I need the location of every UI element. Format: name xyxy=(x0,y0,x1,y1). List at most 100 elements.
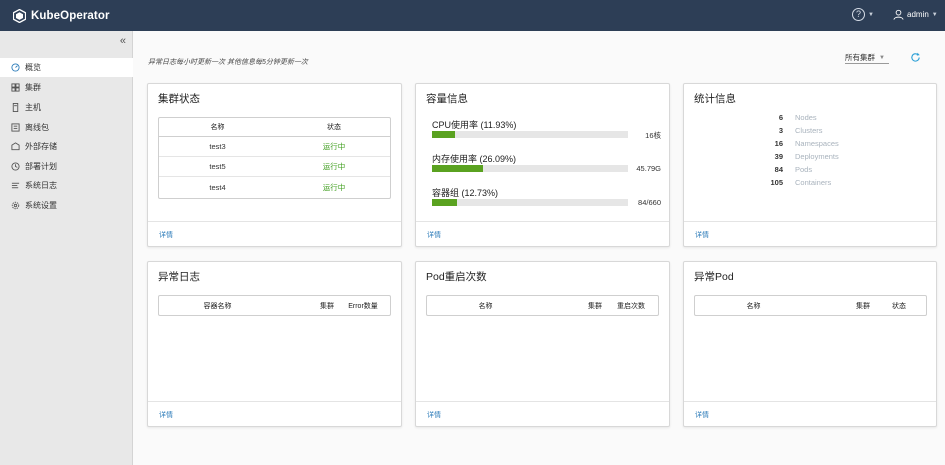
card-title: Pod重启次数 xyxy=(426,271,487,283)
host-icon xyxy=(11,103,20,112)
update-notice: 异常日志每小时更新一次 其他信息每5分钟更新一次 xyxy=(148,59,308,66)
cluster-name: test4 xyxy=(209,182,226,192)
card-title: 统计信息 xyxy=(694,93,736,105)
pods-count: 84 xyxy=(774,165,783,174)
cpu-usage-bar xyxy=(432,131,628,138)
table-row[interactable]: test4 运行中 xyxy=(159,177,390,197)
sidebar-item-system-logs[interactable]: 系统日志 xyxy=(0,176,133,195)
nodes-count: 6 xyxy=(778,113,783,122)
table-row[interactable]: test3 运行中 xyxy=(159,137,390,157)
nodes-label: Nodes xyxy=(795,113,817,122)
dashboard-icon xyxy=(11,63,20,72)
username: admin xyxy=(907,10,929,19)
clusters-label: Clusters xyxy=(795,126,823,135)
details-link[interactable]: 详情 xyxy=(695,230,709,240)
memory-usage-fill xyxy=(432,165,484,172)
memory-usage-bar xyxy=(432,165,628,172)
package-icon xyxy=(11,123,20,132)
memory-usage-value: 45.79G xyxy=(636,164,661,173)
sidebar-item-packages[interactable]: 离线包 xyxy=(0,118,133,137)
sidebar-item-overview[interactable]: 概览 xyxy=(0,58,133,77)
log-icon xyxy=(11,181,20,190)
cluster-select-value: 所有集群 xyxy=(845,53,875,62)
card-footer: 详情 xyxy=(416,221,669,246)
memory-usage-label: 内存使用率 (26.09%) xyxy=(432,154,517,164)
storage-icon xyxy=(11,142,20,151)
sidebar-item-label: 部署计划 xyxy=(25,162,57,171)
column-header[interactable]: 名称 xyxy=(427,296,544,315)
help-menu[interactable]: ? ▼ xyxy=(852,8,874,21)
gear-icon xyxy=(11,201,20,210)
cluster-status-card: 集群状态 名称 状态 test3 运行中 test5 运行中 test4 运行中… xyxy=(147,83,402,247)
namespaces-label: Namespaces xyxy=(795,139,839,148)
pods-label: Pods xyxy=(795,165,813,174)
cluster-icon xyxy=(11,83,20,92)
column-header[interactable]: 状态 xyxy=(276,118,392,136)
table-header: 名称 集群 重启次数 xyxy=(427,296,658,315)
table-row[interactable]: test5 运行中 xyxy=(159,157,390,177)
column-header[interactable]: Error数量 xyxy=(334,296,392,315)
sidebar-item-clusters[interactable]: 集群 xyxy=(0,78,133,97)
card-footer: 详情 xyxy=(416,401,669,426)
sidebar-item-label: 系统设置 xyxy=(25,201,57,210)
cluster-name: test5 xyxy=(209,162,226,171)
sidebar-item-label: 外部存储 xyxy=(25,142,57,151)
brand[interactable]: KubeOperator xyxy=(13,7,110,24)
deployments-count: 39 xyxy=(774,152,783,161)
user-icon xyxy=(893,9,904,20)
status-badge: 运行中 xyxy=(322,182,346,192)
app-name: KubeOperator xyxy=(31,9,110,22)
column-header[interactable]: 集群 xyxy=(276,296,334,315)
chevron-down-icon: ▼ xyxy=(879,54,885,61)
status-badge: 运行中 xyxy=(322,162,346,171)
cluster-status-table: 名称 状态 test3 运行中 test5 运行中 test4 运行中 xyxy=(158,117,391,199)
card-footer: 详情 xyxy=(684,401,936,426)
error-logs-table: 容器名称 集群 Error数量 xyxy=(158,295,391,316)
card-footer: 详情 xyxy=(684,221,936,246)
column-header[interactable]: 容器名称 xyxy=(159,296,276,315)
sidebar-item-label: 主机 xyxy=(25,103,41,112)
collapse-sidebar-icon[interactable]: « xyxy=(120,35,126,47)
card-title: 容量信息 xyxy=(426,93,468,105)
capacity-card: 容量信息 CPU使用率 (11.93%) 16核 内存使用率 (26.09%) … xyxy=(415,83,670,247)
clusters-count: 3 xyxy=(778,126,783,135)
sidebar-item-settings[interactable]: 系统设置 xyxy=(0,196,133,215)
refresh-icon[interactable] xyxy=(910,52,921,63)
pod-usage-bar xyxy=(432,199,628,206)
column-header[interactable]: 状态 xyxy=(870,296,928,315)
cpu-usage-label: CPU使用率 (11.93%) xyxy=(432,120,517,130)
details-link[interactable]: 详情 xyxy=(695,410,709,420)
cpu-usage-value: 16核 xyxy=(645,131,661,140)
cluster-select[interactable]: 所有集群 ▼ xyxy=(845,52,889,64)
pod-restarts-table: 名称 集群 重启次数 xyxy=(426,295,659,316)
details-link[interactable]: 详情 xyxy=(159,410,173,420)
help-icon: ? xyxy=(852,8,865,21)
table-header: 名称 集群 状态 xyxy=(695,296,926,315)
sidebar-item-deploy-plan[interactable]: 部署计划 xyxy=(0,157,133,176)
details-link[interactable]: 详情 xyxy=(427,230,441,240)
column-header[interactable]: 名称 xyxy=(695,296,812,315)
chevron-down-icon: ▼ xyxy=(868,11,874,18)
card-title: 异常日志 xyxy=(158,271,200,283)
column-header[interactable]: 重启次数 xyxy=(602,296,660,315)
sidebar-item-label: 集群 xyxy=(25,83,41,92)
table-header: 名称 状态 xyxy=(159,118,390,137)
sidebar-item-label: 系统日志 xyxy=(25,181,57,190)
sidebar-item-storage[interactable]: 外部存储 xyxy=(0,137,133,156)
details-link[interactable]: 详情 xyxy=(427,410,441,420)
details-link[interactable]: 详情 xyxy=(159,230,173,240)
sidebar-item-hosts[interactable]: 主机 xyxy=(0,98,133,117)
top-navbar: KubeOperator ? ▼ admin ▼ xyxy=(0,0,945,31)
containers-label: Containers xyxy=(795,178,832,187)
user-menu[interactable]: admin ▼ xyxy=(893,9,938,20)
clock-icon xyxy=(11,162,20,171)
cpu-usage-fill xyxy=(432,131,456,138)
sidebar-item-label: 概览 xyxy=(25,63,41,72)
sidebar-item-label: 离线包 xyxy=(25,123,49,132)
column-header[interactable]: 集群 xyxy=(544,296,602,315)
abnormal-pods-card: 异常Pod 名称 集群 状态 详情 xyxy=(683,261,937,427)
card-title: 集群状态 xyxy=(158,93,200,105)
column-header[interactable]: 名称 xyxy=(159,118,276,136)
sidebar: « 概览 集群 主机 离线包 外部存储 部署计划 系统日志 系统设置 xyxy=(0,31,133,465)
column-header[interactable]: 集群 xyxy=(812,296,870,315)
